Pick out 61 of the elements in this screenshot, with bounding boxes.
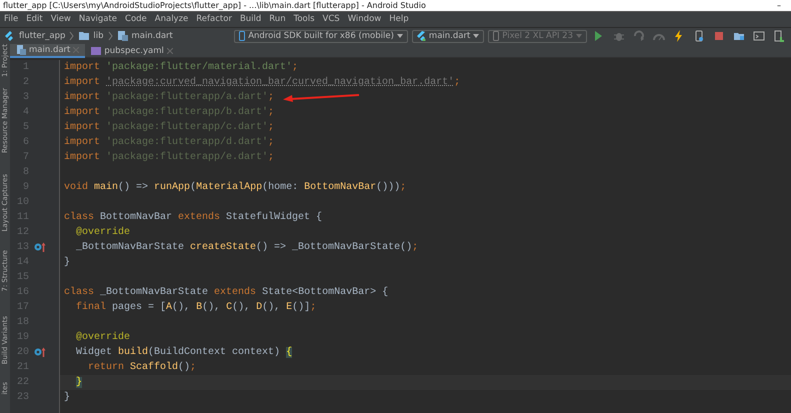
menu-item[interactable]: Window [344,12,386,27]
menu-item[interactable]: VCS [318,12,344,27]
caret-icon [473,34,480,38]
editor-tab[interactable]: main.dart [10,44,86,58]
flutter-icon [416,31,426,41]
folder-icon[interactable] [733,30,745,42]
chevron-icon [69,31,74,41]
phone-icon[interactable] [693,30,705,42]
caret-icon [576,34,582,38]
code-line: import 'package:flutterapp/d.dart'; [64,137,274,148]
code-line: import 'package:flutter/material.dart'; [64,62,298,73]
code-line: @override [75,332,130,343]
file-icon [16,45,26,55]
run-config-dropdown[interactable]: main.dart [412,30,484,42]
override-icon[interactable] [34,346,46,358]
menu-item[interactable]: File [0,12,22,27]
code-line: } [64,392,70,403]
breadcrumb-item[interactable]: main.dart [132,30,173,42]
menu-item[interactable]: Run [265,12,290,27]
code-line: void main() => runApp(MaterialApp(home: BottomNavBar())); [64,182,406,193]
menu-item[interactable]: Code [121,12,151,27]
menu-item[interactable]: Edit [22,12,47,27]
override-icon[interactable] [34,241,46,253]
code-line: @override [75,227,130,238]
phone-icon [493,31,500,41]
breadcrumb-item[interactable]: flutter_app [19,30,66,42]
code-line: import 'package:curved_navigation_bar/curved_navigation_bar.dart'; [64,77,460,88]
caret-icon [396,34,403,38]
code-line: Widget build(BuildContext context) { [75,347,292,358]
code-line: return Scaffold(); [87,362,196,373]
code-line: import 'package:flutterapp/b.dart'; [64,107,274,118]
code-line: class _BottomNavBarState extends State<BottomNavBar> { [64,287,388,298]
flutter-icon [4,30,16,42]
menu-item[interactable]: Navigate [74,12,122,27]
editor-tab[interactable]: pubspec.yaml [85,44,179,58]
code-line: final pages = [A(), B(), C(), D(), E()]; [75,302,316,313]
file-icon [91,46,102,56]
stop-icon[interactable] [713,30,725,42]
device-dropdown[interactable]: Android SDK built for x86 (mobile) [234,30,408,42]
code-line: import 'package:flutterapp/e.dart'; [64,152,274,163]
window-title: flutter_app [C:\Users\my\AndroidStudioProjects\flutter_app] - ...\lib\main.dart [flutterapp] - Android Studio [3,0,426,11]
phone-icon [239,31,246,41]
menu-item[interactable]: View [46,12,75,27]
lightning-icon[interactable] [673,30,685,42]
menu-item[interactable]: Tools [290,12,319,27]
file-icon [116,30,129,42]
download-icon[interactable] [773,30,785,42]
breadcrumb-item[interactable]: lib [93,30,104,42]
code-line: } [64,257,70,268]
minimize-button[interactable]: – [777,0,791,11]
code-line: class BottomNavBar extends StatefulWidget { [64,212,322,223]
menu-item[interactable]: Refactor [192,12,236,27]
folder-icon [78,30,90,42]
code-line: _BottomNavBarState createState() => _BottomNavBarState(); [75,242,418,253]
code-line: import 'package:flutterapp/c.dart'; [64,122,274,133]
menu-item[interactable]: Build [236,12,266,27]
menu-item[interactable]: Help [385,12,413,27]
window-icon[interactable] [753,30,765,42]
code-line: import 'package:flutterapp/a.dart'; [64,92,274,103]
chevron-icon [108,31,113,41]
menu-item[interactable]: Analyze [150,12,192,27]
